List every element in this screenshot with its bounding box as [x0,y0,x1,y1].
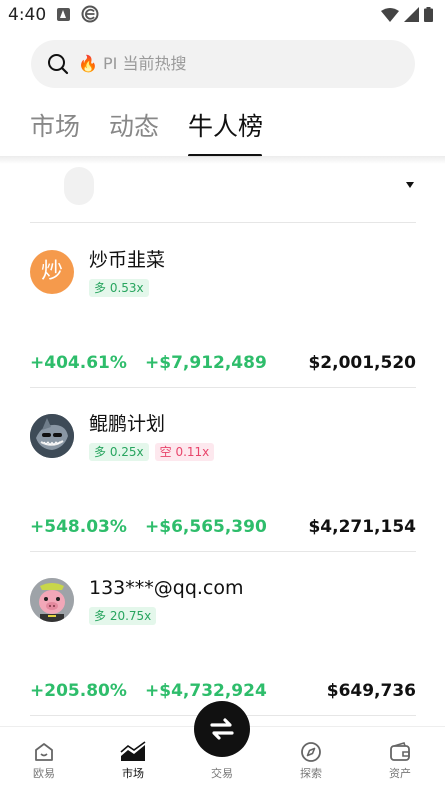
wallet-icon [390,742,410,761]
position-badges: 多 0.53x [89,279,149,297]
roi-value: +404.61% [30,353,127,373]
pnl-value: +$4,732,924 [145,681,267,701]
pig-avatar-image [30,578,74,622]
avatar-initial: 炒 [40,259,63,284]
short-leverage-badge: 空 0.11x [154,443,215,461]
nav-item-market[interactable]: 市场 [103,741,163,781]
filter-row [30,165,416,223]
nav-label: 探索 [300,767,322,780]
long-leverage-badge: 多 0.25x [89,443,149,461]
position-badges: 多 0.25x 空 0.11x [89,443,215,461]
aum-value: $2,001,520 [308,353,416,373]
search-icon [48,54,69,75]
filter-pill[interactable] [64,167,94,205]
compass-icon [301,742,321,762]
tabs-divider [0,156,445,164]
avatar [30,578,74,622]
nav-label: 市场 [122,767,144,780]
trade-swap-button[interactable] [194,701,250,757]
fire-icon: 🔥 [78,54,98,73]
status-time: 4:40 [8,5,47,25]
aum-value: $4,271,154 [308,517,416,537]
dropdown-caret-icon[interactable] [406,182,414,188]
nav-item-explore[interactable]: 探索 [281,741,341,781]
status-bar: 4:40 [0,0,445,30]
trader-name: 鲲鹏计划 [89,413,166,435]
signal-icon [404,7,419,22]
trader-card[interactable]: 炒 炒币韭菜 多 0.53x +404.61% +$7,912,489 $2,0… [30,224,416,388]
pnl-value: +$6,565,390 [145,517,267,537]
nav-label: 欧易 [33,767,55,780]
trader-name: 133***@qq.com [89,577,244,599]
wifi-icon [381,7,399,22]
long-leverage-badge: 多 0.53x [89,279,149,297]
pnl-value: +$7,912,489 [145,353,267,373]
nav-item-trade[interactable]: 交易 [192,767,252,781]
search-bar[interactable]: 🔥 PI 当前热搜 [31,40,415,88]
avatar [30,414,74,458]
roi-value: +548.03% [30,517,127,537]
trader-card[interactable]: 133***@qq.com 多 20.75x +205.80% +$4,732,… [30,552,416,716]
avatar: 炒 [30,250,74,294]
browser-notification-icon [81,5,99,23]
nav-label: 资产 [389,767,411,780]
aum-value: $649,736 [326,681,416,701]
app-notification-icon [57,8,70,21]
trader-name: 炒币韭菜 [89,249,166,271]
tab-leaderboard[interactable]: 牛人榜 [188,110,263,144]
position-badges: 多 20.75x [89,607,157,625]
nav-label: 交易 [211,767,233,780]
home-icon [35,743,53,761]
status-indicators [381,7,433,22]
swap-icon [210,718,234,740]
nav-item-assets[interactable]: 资产 [370,741,430,781]
top-tabs: 市场 动态 牛人榜 [0,108,445,158]
shark-avatar-image [30,414,74,458]
roi-value: +205.80% [30,681,127,701]
tab-feed[interactable]: 动态 [109,110,159,144]
trader-card[interactable]: 鲲鹏计划 多 0.25x 空 0.11x +548.03% +$6,565,39… [30,388,416,552]
battery-icon [424,7,433,22]
long-leverage-badge: 多 20.75x [89,607,157,625]
market-chart-icon [120,741,146,761]
nav-item-home[interactable]: 欧易 [14,741,74,781]
tab-market[interactable]: 市场 [30,110,80,144]
search-placeholder: PI 当前热搜 [103,54,187,73]
